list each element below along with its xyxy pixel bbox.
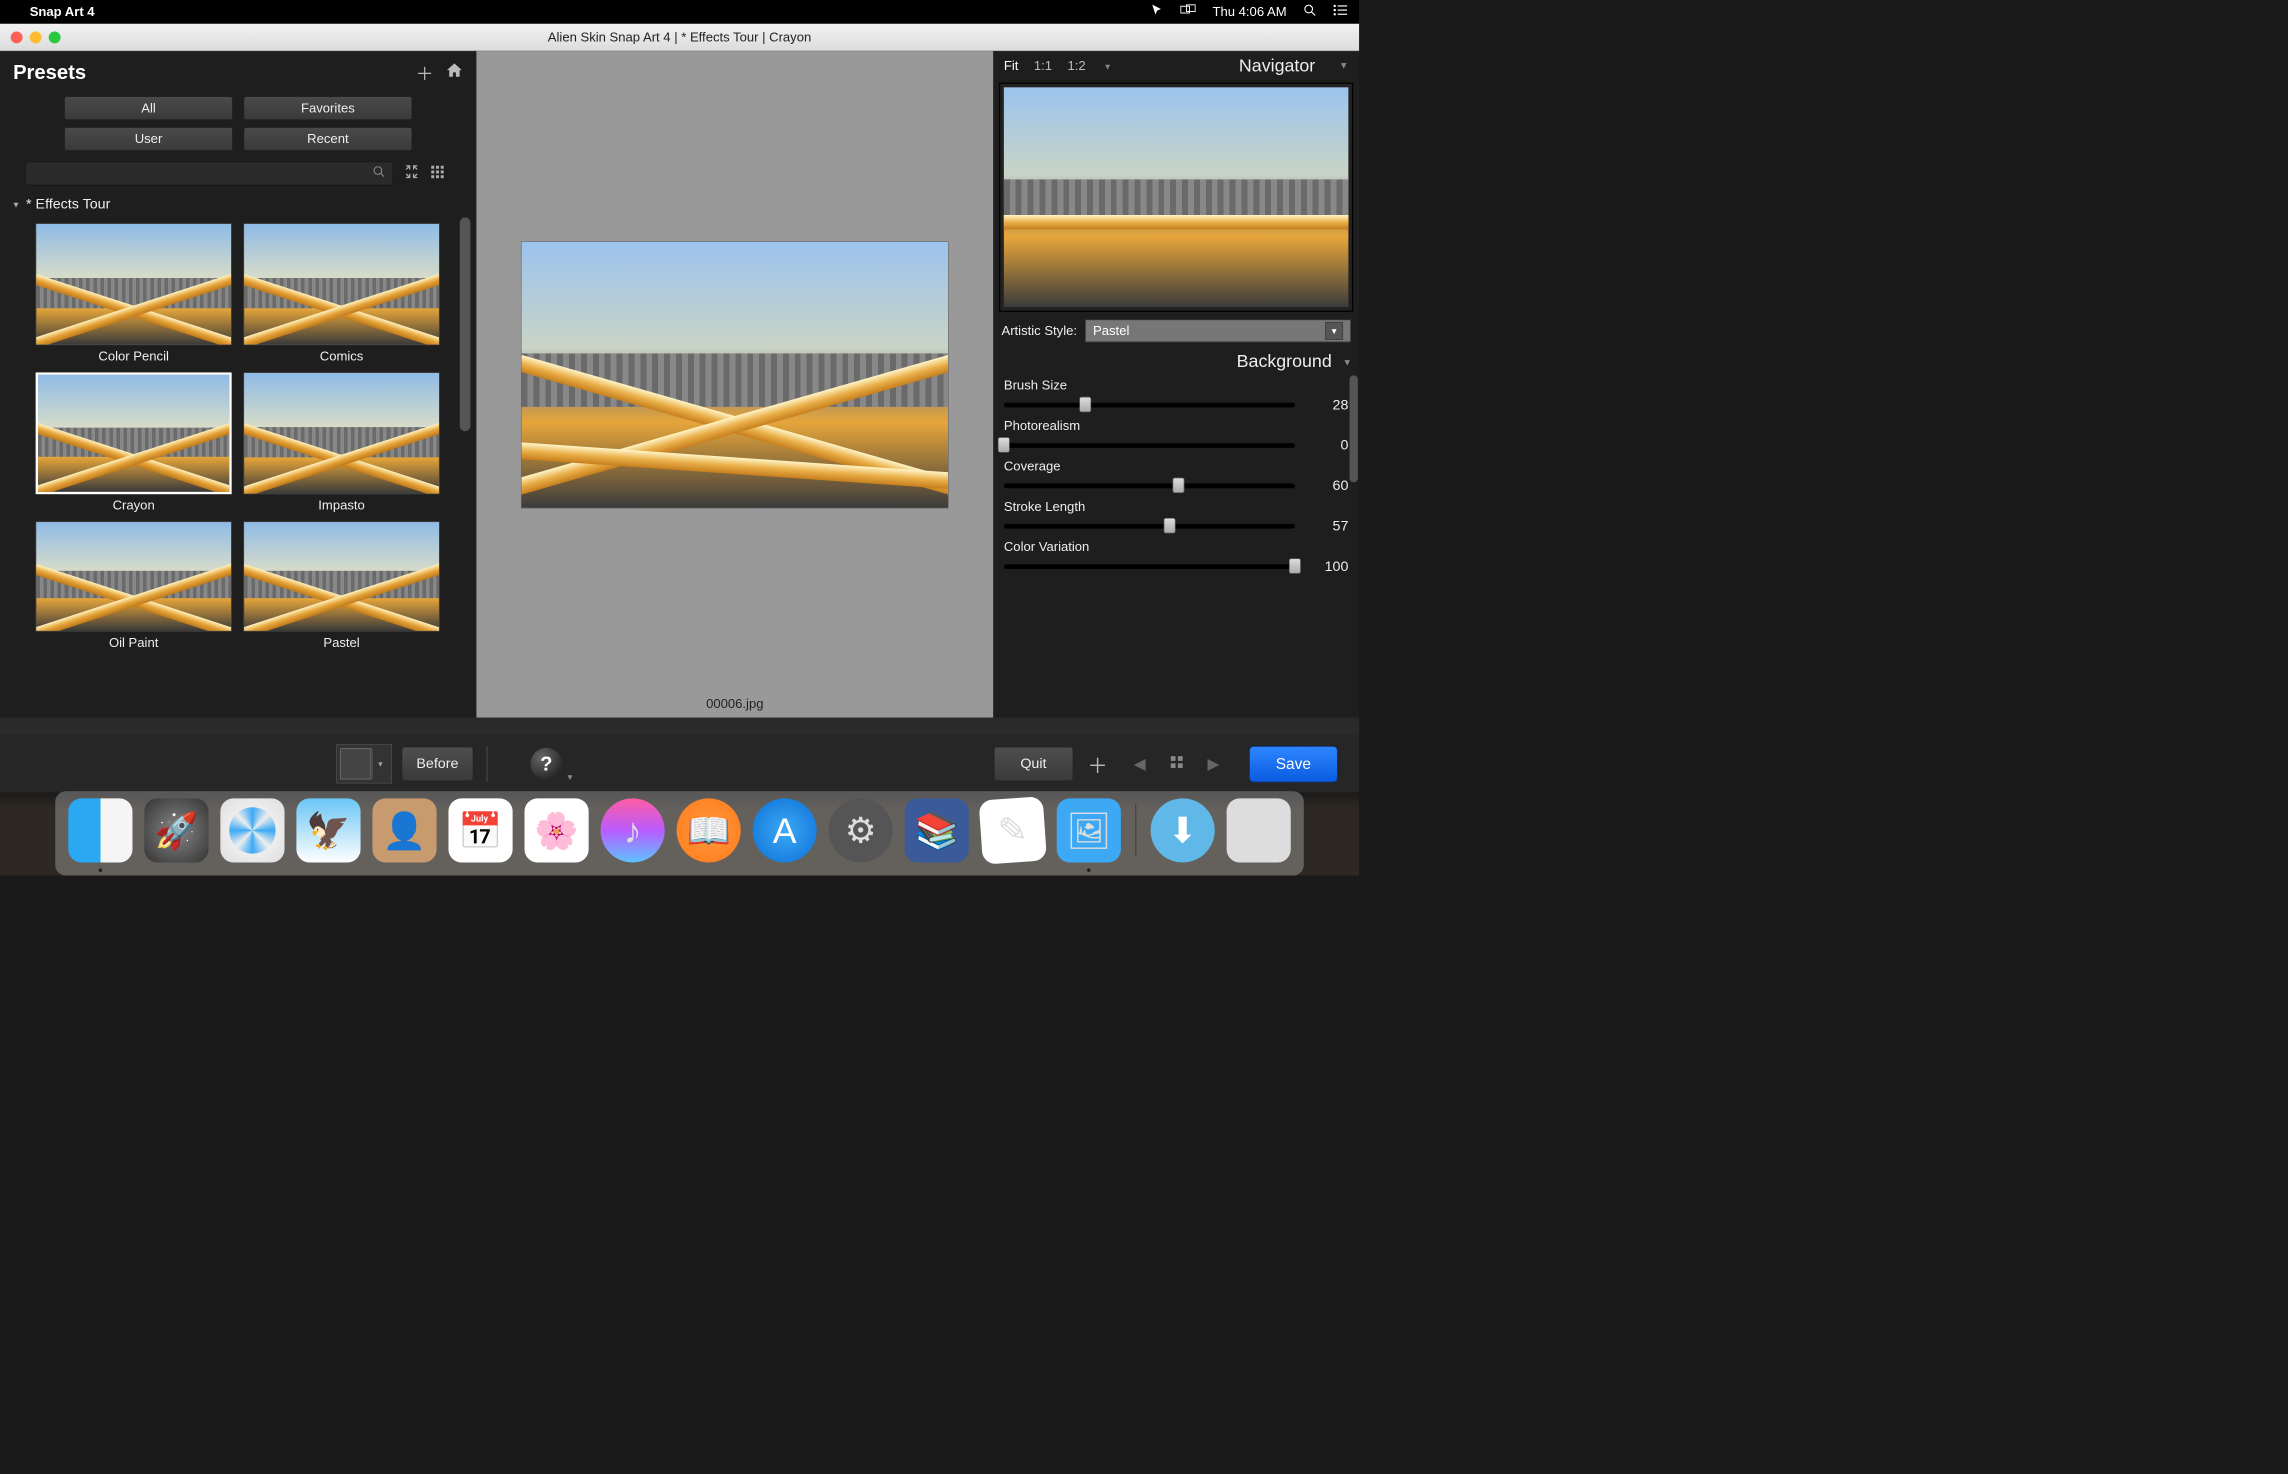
dock-ibooks-icon[interactable]: 📖 — [677, 798, 741, 862]
navigator-menu-icon[interactable]: ▼ — [1339, 61, 1348, 72]
help-dropdown-icon[interactable]: ▼ — [566, 772, 574, 792]
prev-arrow-icon[interactable]: ◀ — [1134, 755, 1146, 773]
add-preset-icon[interactable]: ＋ — [416, 59, 434, 85]
sliders-group: Brush Size 28 Photorealism 0 Coverage — [993, 375, 1359, 582]
artistic-style-select[interactable]: Pastel ▼ — [1085, 320, 1350, 343]
tab-all[interactable]: All — [64, 96, 233, 120]
background-section-header[interactable]: Background ▼ — [993, 348, 1359, 375]
zoom-dropdown-icon[interactable]: ▼ — [1103, 62, 1111, 74]
dock-dictionary-icon[interactable]: 📚 — [905, 798, 969, 862]
macos-dock-area: 🚀 🦅 👤 📅 🌸 ♪ 📖 A ⚙ 📚 ✎ 🖼 ⬇ 🗑 — [0, 792, 1359, 875]
footer-toolbar: ▼ Before ? ▼ Quit ＋ ◀ ▶ Save — [0, 735, 1359, 792]
displays-icon[interactable] — [1180, 4, 1195, 19]
dock-settings-icon[interactable]: ⚙ — [829, 798, 893, 862]
collapse-icon[interactable] — [404, 164, 419, 183]
spotlight-icon[interactable] — [1303, 4, 1316, 21]
dock-trash-icon[interactable]: 🗑 — [1227, 798, 1291, 862]
slider-coverage: Coverage 60 — [1004, 459, 1349, 495]
section-menu-icon[interactable]: ▼ — [1343, 358, 1352, 369]
stroke-length-slider[interactable] — [1004, 524, 1295, 529]
dock-photos-icon[interactable]: 🌸 — [525, 798, 589, 862]
window-title: Alien Skin Snap Art 4 | * Effects Tour |… — [548, 29, 811, 44]
brush-size-slider[interactable] — [1004, 403, 1295, 408]
settings-scrollbar[interactable] — [1350, 375, 1358, 482]
artistic-style-label: Artistic Style: — [1001, 323, 1077, 338]
home-icon[interactable] — [446, 61, 464, 84]
category-label: * Effects Tour — [26, 196, 110, 213]
dock-calendar-icon[interactable]: 📅 — [448, 798, 512, 862]
search-icon — [372, 165, 385, 182]
sub-footer — [0, 718, 1359, 736]
menu-list-icon[interactable] — [1333, 4, 1347, 19]
presets-panel: Presets ＋ All Favorites User Recent — [0, 51, 476, 717]
background-color-picker[interactable]: ▼ — [336, 744, 392, 783]
grid-icon[interactable] — [1169, 755, 1183, 773]
window-zoom-button[interactable] — [49, 31, 61, 43]
dock-snapart-icon[interactable]: 🖼 — [1057, 798, 1121, 862]
zoom-1-2[interactable]: 1:2 — [1067, 58, 1085, 73]
dock-safari-icon[interactable] — [220, 798, 284, 862]
zoom-1-1[interactable]: 1:1 — [1034, 58, 1052, 73]
pointer-icon[interactable] — [1151, 4, 1164, 21]
preset-crayon[interactable]: ★ Crayon — [36, 372, 232, 513]
preset-pastel[interactable]: Pastel — [244, 522, 440, 651]
dock-finder-icon[interactable] — [68, 798, 132, 862]
window-titlebar: Alien Skin Snap Art 4 | * Effects Tour |… — [0, 24, 1359, 51]
quit-button[interactable]: Quit — [994, 747, 1074, 781]
color-swatch — [340, 748, 371, 779]
preview-filename: 00006.jpg — [700, 690, 769, 717]
preview-area: 00006.jpg — [476, 51, 993, 717]
grid-view-icon[interactable] — [430, 165, 444, 183]
save-button[interactable]: Save — [1249, 746, 1338, 782]
help-button[interactable]: ? — [530, 748, 562, 780]
preset-category-header[interactable]: ▼ * Effects Tour — [0, 191, 476, 217]
app-window: Alien Skin Snap Art 4 | * Effects Tour |… — [0, 24, 1359, 793]
disclosure-triangle-icon: ▼ — [12, 200, 20, 210]
preview-image[interactable] — [521, 241, 949, 508]
tab-favorites[interactable]: Favorites — [244, 96, 413, 120]
chevron-down-icon: ▼ — [1325, 322, 1343, 340]
macos-menubar: Snap Art 4 Thu 4:06 AM — [0, 0, 1359, 24]
coverage-slider[interactable] — [1004, 484, 1295, 489]
slider-photorealism: Photorealism 0 — [1004, 418, 1349, 454]
dock-mail-icon[interactable]: 🦅 — [296, 798, 360, 862]
zoom-fit[interactable]: Fit — [1004, 58, 1019, 73]
add-icon[interactable]: ＋ — [1087, 749, 1107, 778]
dock-separator — [1135, 804, 1136, 856]
divider — [486, 746, 487, 782]
preset-impasto[interactable]: Impasto — [244, 372, 440, 513]
menubar-clock[interactable]: Thu 4:06 AM — [1213, 4, 1287, 19]
macos-dock: 🚀 🦅 👤 📅 🌸 ♪ 📖 A ⚙ 📚 ✎ 🖼 ⬇ 🗑 — [55, 791, 1304, 875]
dock-itunes-icon[interactable]: ♪ — [601, 798, 665, 862]
settings-panel: Fit 1:1 1:2 ▼ Navigator ▼ Artistic Style… — [993, 51, 1359, 717]
slider-stroke-length: Stroke Length 57 — [1004, 499, 1349, 535]
window-close-button[interactable] — [11, 31, 23, 43]
preset-comics[interactable]: Comics — [244, 223, 440, 364]
chevron-down-icon: ▼ — [372, 748, 387, 779]
dock-textedit-icon[interactable]: ✎ — [979, 796, 1047, 864]
color-variation-slider[interactable] — [1004, 564, 1295, 569]
preset-scrollbar[interactable] — [460, 217, 471, 431]
next-arrow-icon[interactable]: ▶ — [1207, 755, 1219, 773]
tab-user[interactable]: User — [64, 127, 233, 151]
dock-contacts-icon[interactable]: 👤 — [372, 798, 436, 862]
slider-color-variation: Color Variation 100 — [1004, 539, 1349, 575]
navigator-view[interactable] — [999, 83, 1353, 312]
before-button[interactable]: Before — [402, 747, 474, 781]
app-menu-name[interactable]: Snap Art 4 — [30, 4, 95, 19]
preset-grid: Color Pencil Comics ★ Crayon Impasto — [36, 223, 459, 650]
preset-search-input[interactable] — [25, 162, 393, 186]
dock-appstore-icon[interactable]: A — [753, 798, 817, 862]
window-controls — [11, 31, 61, 43]
photorealism-slider[interactable] — [1004, 443, 1295, 448]
slider-brush-size: Brush Size 28 — [1004, 378, 1349, 414]
dock-launchpad-icon[interactable]: 🚀 — [144, 798, 208, 862]
preset-color-pencil[interactable]: Color Pencil — [36, 223, 232, 364]
preset-oil-paint[interactable]: Oil Paint — [36, 522, 232, 651]
tab-recent[interactable]: Recent — [244, 127, 413, 151]
dock-downloads-icon[interactable]: ⬇ — [1151, 798, 1215, 862]
navigator-title: Navigator — [1239, 56, 1315, 76]
window-minimize-button[interactable] — [30, 31, 42, 43]
presets-title: Presets — [13, 61, 404, 84]
